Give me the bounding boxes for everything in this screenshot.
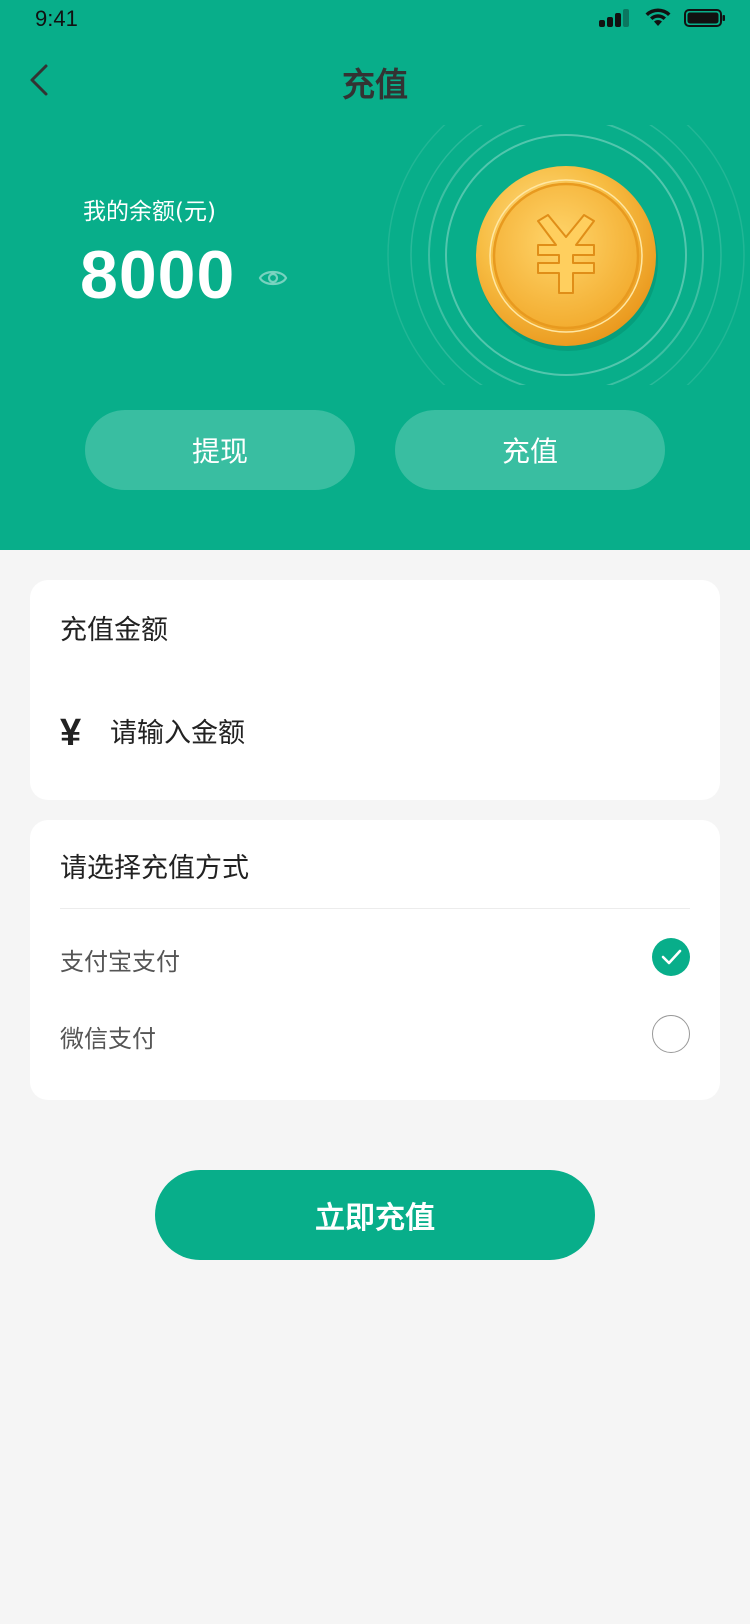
payment-option-label: 支付宝支付 [60,948,180,976]
eye-icon [258,270,288,286]
amount-card-title: 充值金额 [60,615,168,646]
page-title: 充值 [342,65,408,104]
balance-value: 8000 [80,237,236,313]
amount-input[interactable] [110,710,670,756]
amount-card: 充值金额 ¥ [30,580,720,800]
battery-icon [684,9,725,27]
payment-method-title: 请选择充值方式 [60,853,249,884]
coin-illustration [380,76,750,434]
payment-option-alipay[interactable]: 支付宝支付 [60,928,690,988]
status-time: 9:41 [35,6,78,31]
signal-icon [599,9,629,27]
payment-method-card: 请选择充值方式 支付宝支付 微信支付 [30,820,720,1100]
divider [60,908,690,909]
radio-unchecked[interactable] [652,1015,690,1053]
payment-option-wechat[interactable]: 微信支付 [60,1005,690,1065]
balance-label: 我的余额(元) [83,199,216,225]
status-bar: 9:41 [0,0,750,44]
radio-checked[interactable] [652,938,690,976]
status-icons [598,8,726,28]
coin-yen-icon [387,76,745,434]
recharge-button[interactable]: 充值 [395,410,665,490]
check-icon [661,949,682,965]
payment-option-label: 微信支付 [60,1025,156,1053]
recharge-now-button[interactable]: 立即充值 [155,1170,595,1260]
toggle-balance-visibility-button[interactable] [258,265,288,291]
wifi-icon [645,8,671,26]
balance-header: 9:41 充值 我的余额(元) 8000 提现 充值 [0,0,750,550]
currency-symbol: ¥ [60,712,82,754]
withdraw-button[interactable]: 提现 [85,410,355,490]
